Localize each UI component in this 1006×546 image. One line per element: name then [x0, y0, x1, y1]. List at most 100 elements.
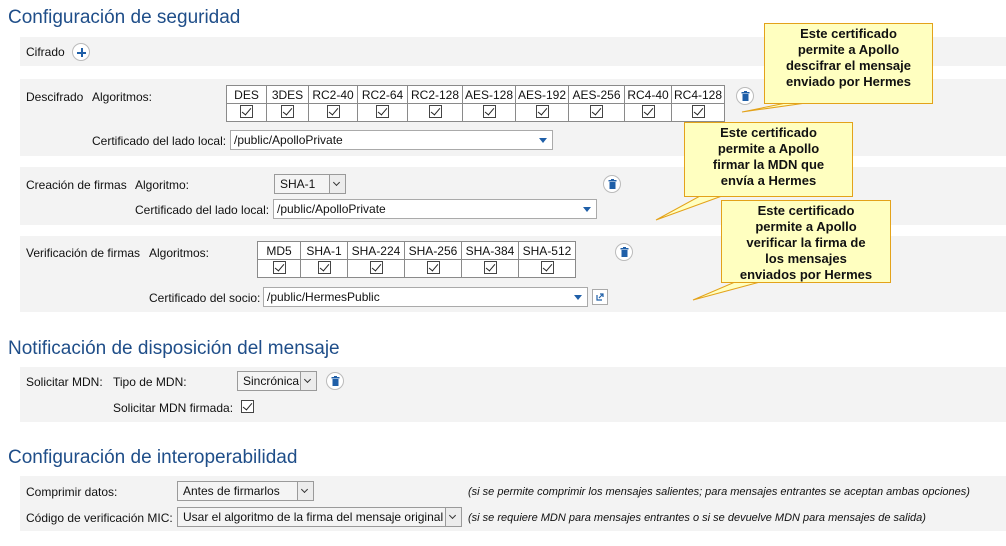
checkbox-des[interactable] — [240, 104, 253, 118]
checkbox-3des[interactable] — [281, 104, 294, 118]
chevron-down-icon — [329, 175, 345, 193]
firmas-cert-label: Certificado del lado local: — [135, 203, 270, 217]
callout-line: descifrar el mensaje — [785, 58, 912, 73]
alg-header-rc4-128: RC4-128 — [671, 85, 725, 104]
checkbox-md5[interactable] — [272, 260, 286, 274]
checkbox-aes-192[interactable] — [535, 104, 549, 118]
checkbox-sha-224[interactable] — [369, 260, 383, 274]
callout-descifrar: Este certificado permite a Apollo descif… — [764, 23, 933, 104]
chevron-down-icon — [297, 482, 313, 500]
checkbox-rc2-40[interactable] — [326, 104, 340, 118]
callout-verificar: Este certificado permite a Apollo verifi… — [721, 200, 891, 283]
callout-line: Este certificado — [800, 26, 897, 41]
descifrado-algorithms-label: Algoritmos: — [92, 90, 153, 104]
mic-value: Usar el algoritmo de la firma del mensaj… — [183, 510, 444, 524]
callout-line: permite a Apollo — [755, 219, 857, 234]
alg-header-sha-224: SHA-224 — [347, 241, 405, 260]
alg-header-3des: 3DES — [266, 85, 309, 104]
descifrado-cert-combo[interactable]: /public/ApolloPrivate — [230, 130, 553, 150]
comprimir-label: Comprimir datos: — [26, 485, 118, 499]
checkbox-aes-128[interactable] — [482, 104, 496, 118]
firmas-label: Creación de firmas — [26, 178, 127, 192]
chevron-down-icon — [445, 508, 461, 526]
verificacion-cert-combo[interactable]: /public/HermesPublic — [263, 287, 588, 307]
checkbox-aes-256[interactable] — [590, 104, 603, 118]
alg-header-aes-256: AES-256 — [568, 85, 625, 104]
alg-header-sha-1: SHA-1 — [300, 241, 348, 260]
tipo-mdn-select[interactable]: Sincrónica — [237, 371, 317, 391]
mdn-firmada-checkbox[interactable] — [241, 400, 254, 413]
alg-header-rc2-128: RC2-128 — [407, 85, 463, 104]
checkbox-sha-1[interactable] — [317, 260, 331, 274]
comprimir-select[interactable]: Antes de firmarlos — [177, 481, 314, 501]
verificacion-algorithms-grid: MD5 SHA-1 SHA-224 SHA-256 SHA-384 SHA-51… — [257, 241, 576, 278]
firmas-cert-value: /public/ApolloPrivate — [277, 202, 386, 216]
alg-header-aes-192: AES-192 — [515, 85, 569, 104]
checkbox-rc4-40[interactable] — [641, 104, 655, 118]
checkbox-sha-512[interactable] — [540, 260, 554, 274]
solicitar-mdn-label: Solicitar MDN: — [26, 375, 103, 389]
callout-line: Este certificado — [757, 203, 855, 218]
trash-icon[interactable] — [603, 175, 621, 193]
firmas-algorithm-label: Algoritmo: — [135, 178, 190, 192]
verificacion-cert-label: Certificado del socio: — [149, 291, 261, 305]
interop-panel: Comprimir datos: Antes de firmarlos (si … — [20, 476, 1006, 531]
chevron-down-icon — [583, 207, 591, 212]
descifrado-algorithms-grid: DES 3DES RC2-40 RC2-64 RC2-128 AES-128 A… — [226, 85, 725, 122]
tipo-mdn-value: Sincrónica — [243, 374, 300, 388]
external-link-icon[interactable] — [592, 289, 608, 305]
descifrado-cert-value: /public/ApolloPrivate — [234, 133, 343, 147]
interop-section-title: Configuración de interoperabilidad — [8, 447, 298, 468]
callout-line: enviados por Hermes — [739, 267, 873, 282]
alg-header-sha-256: SHA-256 — [404, 241, 462, 260]
comprimir-value: Antes de firmarlos — [183, 484, 280, 498]
chevron-down-icon — [300, 372, 316, 390]
descifrado-cert-label: Certificado del lado local: — [92, 134, 227, 148]
mdn-firmada-label: Solicitar MDN firmada: — [113, 401, 234, 415]
chevron-down-icon — [539, 138, 547, 143]
alg-header-sha-384: SHA-384 — [461, 241, 519, 260]
firmas-algorithm-value: SHA-1 — [280, 177, 316, 191]
chevron-down-icon — [574, 295, 582, 300]
trash-icon[interactable] — [736, 87, 754, 105]
callout-line: permite a Apollo — [717, 141, 820, 156]
mic-select[interactable]: Usar el algoritmo de la firma del mensaj… — [177, 507, 462, 527]
callout-line: firmar la MDN que — [712, 157, 825, 172]
alg-header-rc2-64: RC2-64 — [357, 85, 408, 104]
callout-line: verificar la firma de — [746, 235, 866, 250]
mic-label: Código de verificación MIC: — [26, 511, 173, 525]
callout-line: enviado por Hermes — [786, 74, 911, 89]
callout-line: envía a Hermes — [720, 173, 817, 188]
alg-header-rc2-40: RC2-40 — [308, 85, 358, 104]
cifrado-label: Cifrado — [26, 45, 65, 59]
mdn-panel: Solicitar MDN: Tipo de MDN: Sincrónica S… — [20, 367, 1006, 422]
checkbox-rc2-64[interactable] — [376, 104, 389, 118]
firmas-algorithm-select[interactable]: SHA-1 — [274, 174, 346, 194]
alg-header-md5: MD5 — [257, 241, 301, 260]
callout-firmar: Este certificado permite a Apollo firmar… — [684, 122, 853, 197]
verificacion-label: Verificación de firmas — [26, 246, 141, 260]
callout-line: permite a Apollo — [797, 42, 900, 57]
checkbox-rc2-128[interactable] — [428, 104, 442, 118]
trash-icon[interactable] — [326, 372, 344, 390]
alg-header-sha-512: SHA-512 — [518, 241, 576, 260]
mic-note: (si se requiere MDN para mensajes entran… — [468, 512, 926, 524]
add-icon[interactable] — [72, 43, 90, 61]
security-section-title: Configuración de seguridad — [8, 7, 241, 28]
checkbox-sha-256[interactable] — [426, 260, 440, 274]
tipo-mdn-label: Tipo de MDN: — [113, 375, 187, 389]
mdn-section-title: Notificación de disposición del mensaje — [8, 338, 340, 359]
checkbox-sha-384[interactable] — [483, 260, 497, 274]
checkbox-rc4-128[interactable] — [691, 104, 705, 118]
descifrado-label: Descifrado — [26, 90, 84, 104]
alg-header-des: DES — [226, 85, 267, 104]
alg-header-rc4-40: RC4-40 — [624, 85, 672, 104]
firmas-cert-combo[interactable]: /public/ApolloPrivate — [273, 199, 597, 219]
callout-line: Este certificado — [720, 125, 817, 140]
alg-header-aes-128: AES-128 — [462, 85, 516, 104]
trash-icon[interactable] — [615, 243, 633, 261]
callout-line: los mensajes — [765, 251, 847, 266]
verificacion-algorithms-label: Algoritmos: — [149, 246, 210, 260]
verificacion-cert-value: /public/HermesPublic — [267, 290, 380, 304]
comprimir-note: (si se permite comprimir los mensajes sa… — [468, 486, 970, 498]
